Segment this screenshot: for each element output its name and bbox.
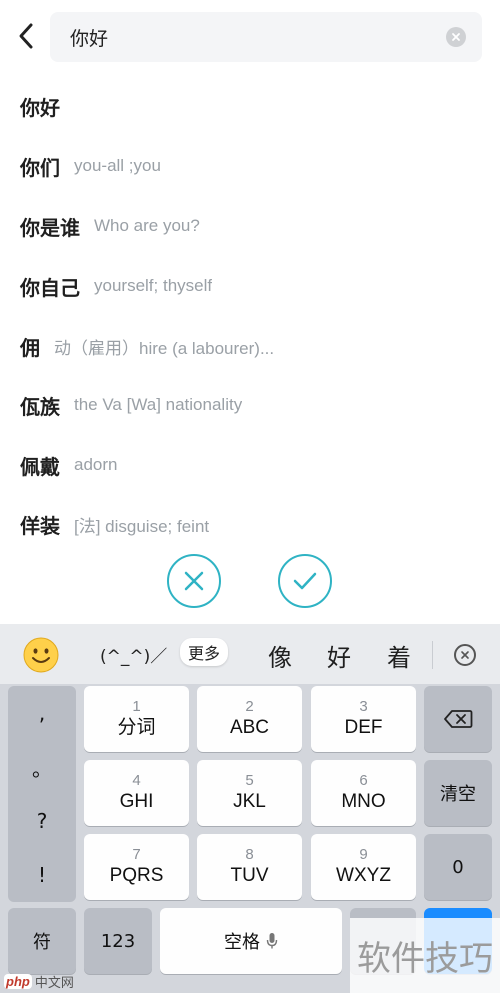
punct-key-period[interactable]: 。	[8, 740, 76, 794]
key-letters: TUV	[230, 865, 269, 886]
watermark: 软件技巧	[350, 918, 500, 993]
key-2[interactable]: 2 ABC	[197, 686, 302, 752]
list-item[interactable]: 你自己 yourself; thyself	[0, 258, 500, 314]
key-label: 123	[100, 930, 136, 952]
key-label: 符	[33, 932, 51, 953]
list-item[interactable]: 佤族 the Va [Wa] nationality	[0, 377, 500, 433]
key-7[interactable]: 7 PQRS	[84, 834, 189, 900]
key-number: 1	[132, 698, 141, 715]
result-definition: the Va [Wa] nationality	[74, 395, 243, 414]
key-number: 6	[359, 772, 368, 789]
result-word: 你是谁	[20, 215, 80, 240]
key-label: 空格	[224, 932, 260, 953]
search-header	[0, 0, 500, 72]
list-item[interactable]: 佯装 [法] disguise; feint	[0, 496, 500, 552]
php-badge: php	[4, 973, 32, 989]
numeric-key[interactable]: 123	[84, 908, 152, 974]
key-letters: ABC	[229, 717, 270, 738]
list-item[interactable]: 你们 you-all ;you	[0, 138, 500, 194]
result-word: 佩戴	[20, 454, 60, 479]
result-definition: [法] disguise; feint	[74, 516, 210, 536]
key-label: 0	[452, 856, 464, 878]
punct-key-question[interactable]: ?	[8, 794, 76, 848]
clear-search-button[interactable]	[446, 27, 466, 47]
result-definition: Who are you?	[94, 216, 200, 235]
symbol-key[interactable]: 符	[8, 908, 76, 974]
key-label: 清空	[440, 784, 476, 805]
key-number: 2	[245, 698, 254, 715]
emoji-button[interactable]	[22, 636, 60, 674]
key-4[interactable]: 4 GHI	[84, 760, 189, 826]
punct-key-comma[interactable]: ,	[8, 686, 76, 740]
close-icon	[461, 651, 469, 659]
search-input[interactable]	[70, 12, 430, 62]
key-letters: 分词	[117, 717, 156, 738]
key-number: 3	[359, 698, 368, 715]
key-letters: JKL	[233, 791, 266, 812]
punct-key-exclaim[interactable]: !	[8, 848, 76, 902]
key-number: 7	[132, 846, 141, 863]
key-number: 8	[245, 846, 254, 863]
microphone-icon	[266, 933, 278, 949]
key-number: 4	[132, 772, 141, 789]
result-definition: yourself; thyself	[94, 276, 213, 295]
result-word: 佯装	[20, 513, 60, 538]
candidate-word[interactable]: 好	[327, 638, 351, 673]
list-item[interactable]: 你好	[0, 78, 500, 134]
list-item[interactable]: 佣 动（雇用）hire (a labourer)...	[0, 318, 500, 374]
result-word: 你好	[20, 95, 60, 120]
result-definition: adorn	[74, 455, 118, 474]
divider	[432, 641, 433, 669]
result-word: 你自己	[20, 275, 80, 300]
check-icon	[293, 572, 317, 590]
collapse-candidates-button[interactable]	[454, 644, 476, 666]
result-definition: 动（雇用）hire (a labourer)...	[54, 338, 275, 358]
close-icon	[184, 571, 204, 591]
key-number: 9	[359, 846, 368, 863]
site-watermark: php 中文网	[0, 970, 90, 992]
list-item[interactable]: 佩戴 adorn	[0, 437, 500, 493]
result-definition: you-all ;you	[74, 156, 161, 175]
key-letters: GHI	[119, 791, 154, 812]
more-button[interactable]: 更多	[180, 638, 229, 666]
kaomoji-button[interactable]: (^_^)／	[100, 642, 167, 667]
result-word: 佤族	[20, 394, 60, 419]
key-6[interactable]: 6 MNO	[311, 760, 416, 826]
key-8[interactable]: 8 TUV	[197, 834, 302, 900]
candidate-word[interactable]: 像	[268, 638, 292, 673]
close-icon	[452, 33, 460, 41]
key-9[interactable]: 9 WXYZ	[311, 834, 416, 900]
candidate-bar: (^_^)／ 更多 像 好 着	[0, 624, 500, 684]
key-1[interactable]: 1 分词	[84, 686, 189, 752]
result-word: 你们	[20, 155, 60, 180]
backspace-icon	[444, 710, 473, 728]
reject-button[interactable]	[167, 554, 221, 608]
key-number: 5	[245, 772, 254, 789]
candidate-word[interactable]: 着	[387, 638, 411, 673]
punctuation-column: , 。 ? !	[8, 686, 76, 902]
key-0[interactable]: 0	[424, 834, 492, 900]
key-letters: PQRS	[109, 865, 164, 886]
confirm-button[interactable]	[278, 554, 332, 608]
search-box	[50, 12, 482, 62]
site-watermark-text: 中文网	[34, 974, 74, 990]
clear-key[interactable]: 清空	[424, 760, 492, 826]
key-letters: DEF	[344, 717, 383, 738]
list-item[interactable]: 你是谁 Who are you?	[0, 198, 500, 254]
key-5[interactable]: 5 JKL	[197, 760, 302, 826]
key-3[interactable]: 3 DEF	[311, 686, 416, 752]
result-word: 佣	[20, 335, 40, 360]
space-key[interactable]: 空格	[160, 908, 342, 974]
key-letters: MNO	[341, 791, 386, 812]
chevron-left-icon	[19, 23, 33, 49]
key-letters: WXYZ	[336, 865, 391, 886]
back-button[interactable]	[8, 16, 44, 56]
smiley-icon	[23, 637, 59, 673]
backspace-key[interactable]	[424, 686, 492, 752]
